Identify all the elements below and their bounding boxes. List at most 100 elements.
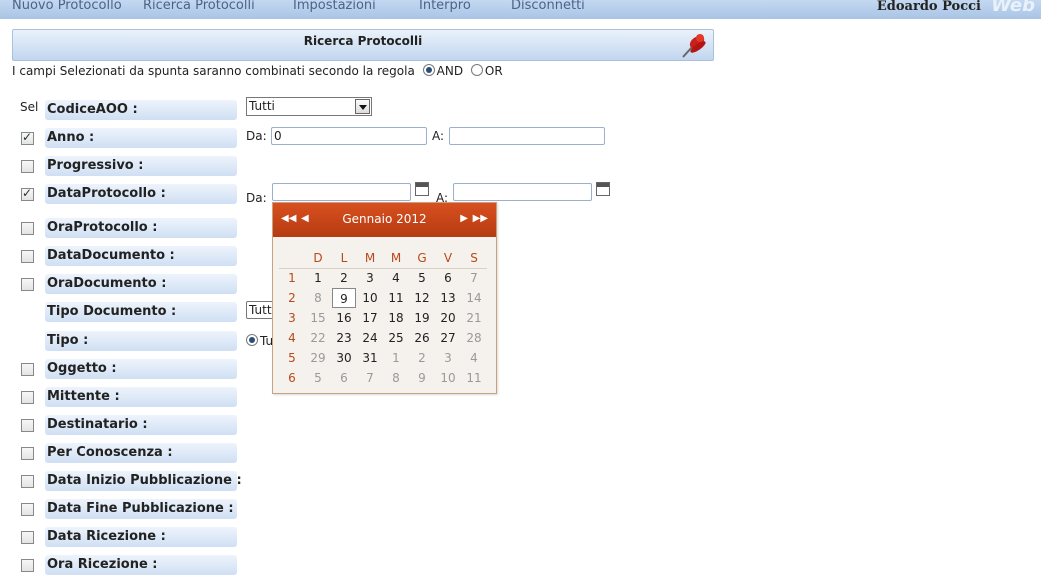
nav-ricerca-protocolli[interactable]: Ricerca Protocolli [143,0,255,13]
combination-rule: I campi Selezionati da spunta saranno co… [12,64,503,78]
field-label: Per Conoscenza : [47,445,173,460]
calendar-day[interactable]: 1 [383,348,409,368]
next-month-icon[interactable]: ▶ [460,213,468,224]
calendar-day[interactable]: 10 [435,368,461,388]
field-label-row: CodiceAOO : [45,100,237,120]
week-number: 1 [288,271,296,285]
field-label-row: OraDocumento : [45,274,237,294]
calendar-day[interactable]: 4 [383,268,409,288]
calendar-icon[interactable] [415,182,429,196]
calendar-day[interactable]: 13 [435,288,461,308]
calendar-day[interactable]: 3 [435,348,461,368]
calendar-day-today[interactable]: 9 [332,288,356,308]
radio-and-label: AND [436,64,464,78]
calendar-day[interactable]: 29 [305,348,331,368]
field-label: Data Ricezione : [47,529,166,544]
field-checkbox[interactable] [21,447,34,460]
calendar-day[interactable]: 17 [357,308,383,328]
calendar-day[interactable]: 20 [435,308,461,328]
field-checkbox[interactable] [21,475,34,488]
field-checkbox[interactable] [21,130,34,145]
calendar-icon[interactable] [596,182,610,196]
nav-interpro[interactable]: Interpro [419,0,471,13]
calendar-day[interactable]: 31 [357,348,383,368]
calendar-day[interactable]: 2 [409,348,435,368]
calendar-day[interactable]: 18 [383,308,409,328]
pushpin-icon [682,34,706,58]
calendar-day[interactable]: 16 [331,308,357,328]
calendar-day[interactable]: 10 [357,288,383,308]
field-label-row: Progressivo : [45,156,237,176]
calendar-day[interactable]: 28 [461,328,487,348]
nav-disconnetti[interactable]: Disconnetti [511,0,585,13]
calendar-day[interactable]: 15 [305,308,331,328]
field-checkbox[interactable] [21,363,34,376]
weekday-header: G [417,251,427,265]
calendar-day[interactable]: 11 [461,368,487,388]
field-checkbox[interactable] [21,559,34,572]
anno-a-input[interactable] [449,127,605,145]
calendar-day[interactable]: 30 [331,348,357,368]
field-checkbox[interactable] [21,503,34,516]
radio-or[interactable] [470,64,483,76]
calendar-day[interactable]: 5 [305,368,331,388]
calendar-day[interactable]: 11 [383,288,409,308]
rule-text: I campi Selezionati da spunta saranno co… [12,64,415,78]
calendar-day[interactable]: 4 [461,348,487,368]
calendar-day[interactable]: 8 [383,368,409,388]
codiceaoo-select[interactable]: Tutti [246,97,372,116]
dataprot-a-input[interactable] [453,183,592,201]
calendar-day[interactable]: 21 [461,308,487,328]
field-checkbox[interactable] [21,531,34,544]
anno-a-label: A: [432,129,445,143]
calendar-day[interactable]: 19 [409,308,435,328]
field-label: Ora Ricezione : [47,557,158,572]
date-picker-popup: ◀◀ ◀ Gennaio 2012 ▶ ▶▶ DLMMGVS1123456728… [272,202,497,394]
calendar-day[interactable]: 7 [461,268,487,288]
section-header: Ricerca Protocolli [12,29,714,61]
tipo-radio-tutti[interactable] [246,334,258,346]
field-checkbox[interactable] [21,278,34,291]
calendar-day[interactable]: 7 [357,368,383,388]
weekday-header: L [340,251,348,265]
calendar-day[interactable]: 1 [305,268,331,288]
anno-da-input[interactable]: 0 [271,127,427,145]
field-label: Data Inizio Pubblicazione : [47,473,242,488]
field-checkbox[interactable] [21,186,34,201]
calendar-day[interactable]: 8 [305,288,331,308]
week-number: 6 [288,371,296,385]
nav-nuovo-protocollo[interactable]: Nuovo Protocollo [12,0,122,13]
chevron-down-icon[interactable] [355,99,370,114]
field-label: DataDocumento : [47,248,175,263]
calendar-day[interactable]: 14 [461,288,487,308]
field-label-row: Ora Ricezione : [45,555,237,575]
field-label: OraDocumento : [47,276,167,291]
field-checkbox[interactable] [21,391,34,404]
next-year-icon[interactable]: ▶▶ [473,213,488,224]
field-label: Oggetto : [47,361,117,376]
dataprot-da-input[interactable] [272,183,411,201]
week-number: 2 [288,291,296,305]
calendar-day[interactable]: 2 [331,268,357,288]
calendar-day[interactable]: 12 [409,288,435,308]
calendar-day[interactable]: 25 [383,328,409,348]
field-checkbox[interactable] [21,222,34,235]
calendar-day[interactable]: 26 [409,328,435,348]
brand-logo: Web [991,0,1035,16]
field-checkbox[interactable] [21,160,34,173]
radio-and[interactable] [422,64,435,76]
calendar-day[interactable]: 9 [409,368,435,388]
calendar-day[interactable]: 3 [357,268,383,288]
field-checkbox[interactable] [21,419,34,432]
dataprot-da-label: Da: [246,191,267,205]
calendar-day[interactable]: 23 [331,328,357,348]
calendar-day[interactable]: 22 [305,328,331,348]
weekday-header: S [470,251,478,265]
calendar-day[interactable]: 24 [357,328,383,348]
calendar-day[interactable]: 5 [409,268,435,288]
calendar-day[interactable]: 6 [331,368,357,388]
calendar-day[interactable]: 27 [435,328,461,348]
field-checkbox[interactable] [21,250,34,263]
nav-impostazioni[interactable]: Impostazioni [293,0,376,13]
calendar-day[interactable]: 6 [435,268,461,288]
